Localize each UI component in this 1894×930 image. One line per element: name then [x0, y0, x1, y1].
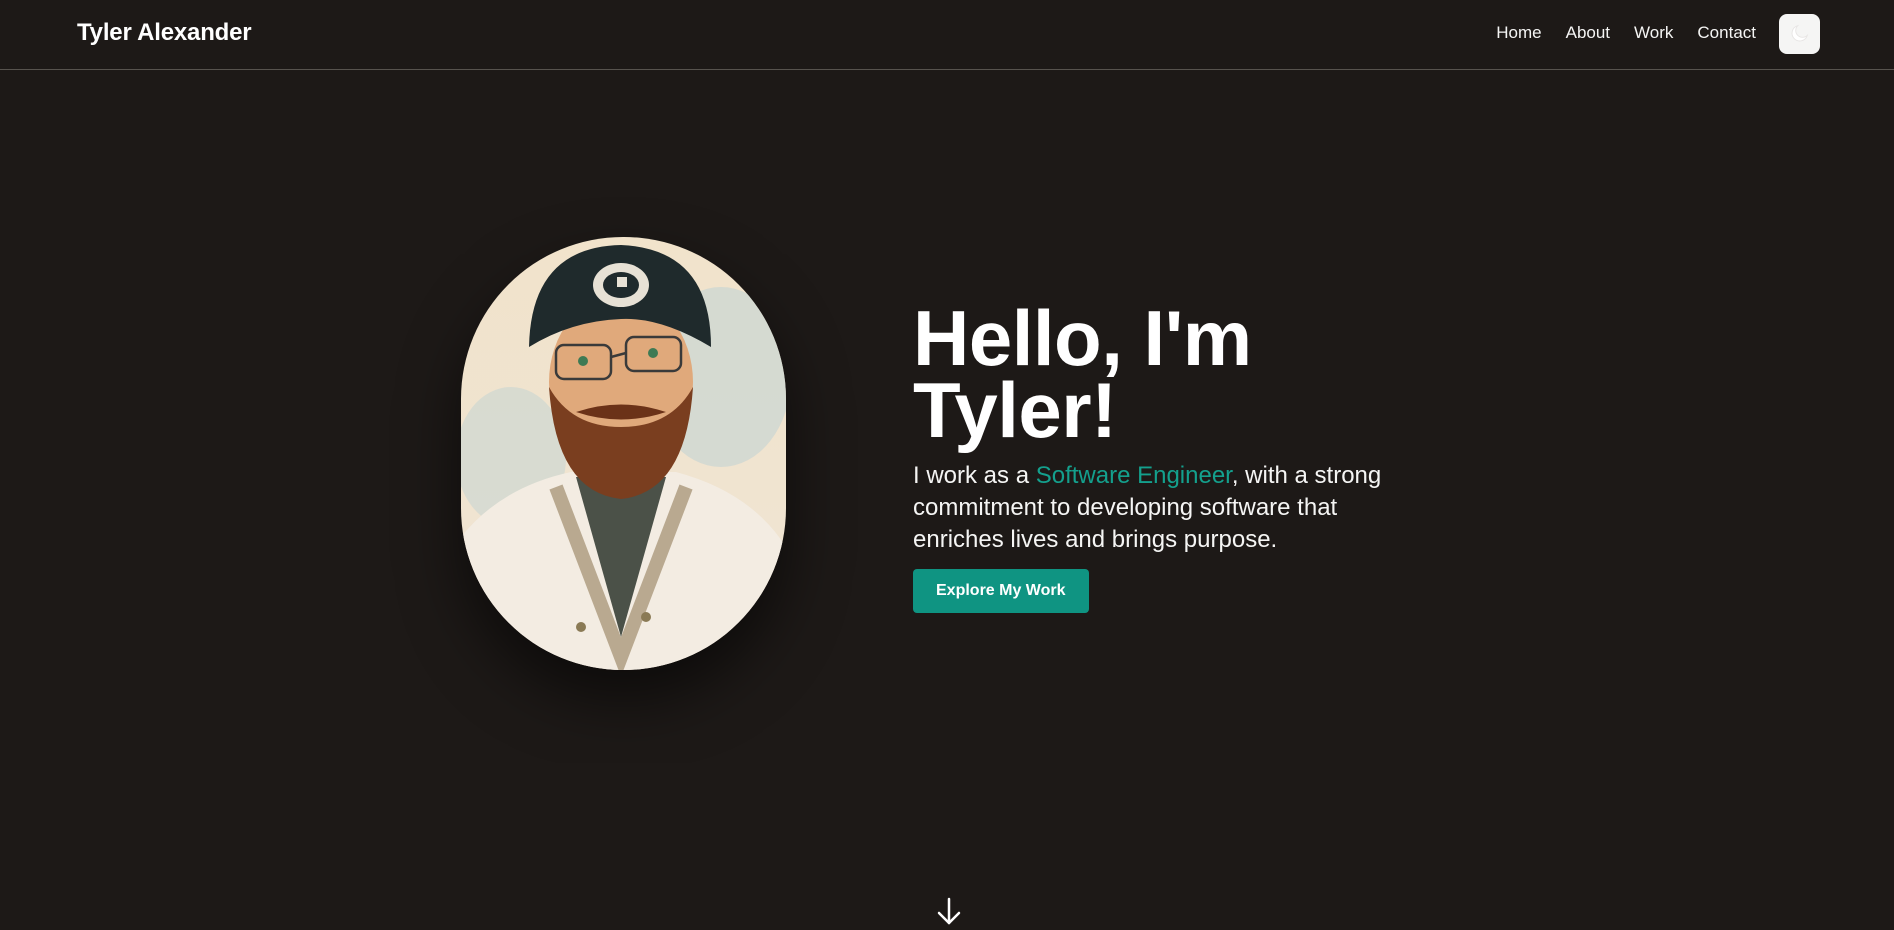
- portrait-illustration: [461, 237, 786, 670]
- nav-work-link[interactable]: Work: [1634, 22, 1673, 44]
- hero-subtitle: I work as a Software Engineer, with a st…: [913, 460, 1413, 556]
- explore-work-button[interactable]: Explore My Work: [913, 569, 1089, 613]
- nav-contact-link[interactable]: Contact: [1697, 22, 1756, 44]
- theme-toggle-button[interactable]: [1779, 14, 1820, 54]
- nav-about-link[interactable]: About: [1566, 22, 1610, 44]
- navbar: Tyler Alexander Home About Work Contact: [0, 0, 1894, 70]
- nav-home-link[interactable]: Home: [1496, 22, 1541, 44]
- hero-title: Hello, I'm Tyler!: [913, 299, 1413, 449]
- subtitle-prefix: I work as a: [913, 462, 1036, 489]
- hero-portrait: [461, 237, 786, 670]
- hero-text: Hello, I'm Tyler! I work as a Software E…: [913, 299, 1413, 613]
- nav-links: Home About Work Contact: [1496, 22, 1756, 44]
- arrow-down-icon: [935, 897, 963, 929]
- scroll-down-button[interactable]: [935, 897, 963, 925]
- role-highlight: Software Engineer: [1035, 462, 1232, 489]
- brand-logo[interactable]: Tyler Alexander: [77, 19, 252, 47]
- hero-title-line2: Tyler!: [913, 366, 1117, 454]
- moon-icon: [1789, 22, 1811, 47]
